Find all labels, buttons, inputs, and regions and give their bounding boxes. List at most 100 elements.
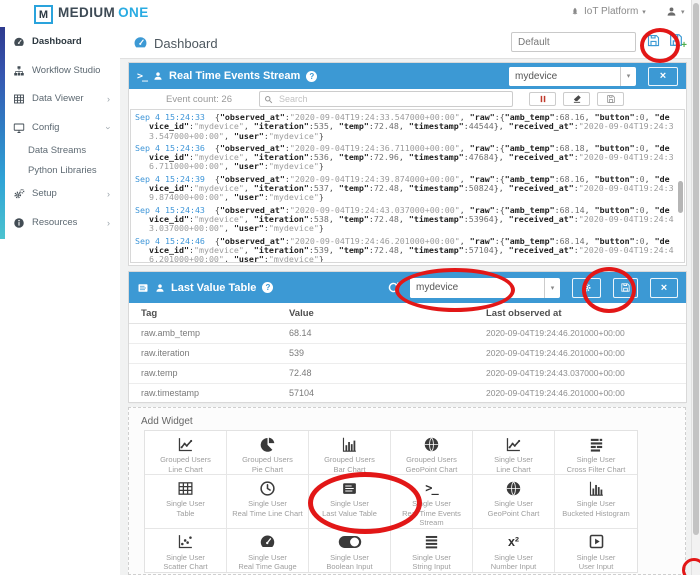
rtes-device-input[interactable] [509,67,620,86]
widget-group-label: Single User [330,553,369,563]
cell-tag: raw.iteration [141,348,190,358]
histogram-icon [588,480,605,497]
cell-tag: raw.timestamp [141,388,199,398]
table-row: raw.amb_temp68.142020-09-04T19:24:46.201… [129,323,686,344]
widget-grid: Grouped UsersLine ChartGrouped UsersPie … [144,430,638,573]
widget-cell-single-user-real-time-line-chart[interactable]: Single UserReal Time Line Chart [227,475,309,529]
widget-cell-single-user-boolean-input[interactable]: Single UserBoolean Input [309,529,391,573]
sidebar-item-setup[interactable]: Setup› [0,186,120,201]
log-entry: Sep 4 15:24:36 {"observed_at":"2020-09-0… [135,144,674,172]
widget-cell-single-user-bucketed-histogram[interactable]: Single UserBucketed Histogram [555,475,637,529]
sidebar-item-resources[interactable]: Resources› [0,215,120,230]
user-menu[interactable]: ▾ [666,6,685,17]
lvt-device-select[interactable]: ▾ [410,278,560,298]
widget-cell-grouped-users-line-chart[interactable]: Grouped UsersLine Chart [145,431,227,475]
toggle-icon [338,535,362,549]
widget-cell-single-user-string-input[interactable]: Single UserString Input [391,529,473,573]
save-dashboard-button[interactable] [646,33,661,48]
chevron-down-icon: ▾ [642,8,646,16]
page-header: Dashboard + [120,27,691,59]
sidebar-item-workflow-studio[interactable]: Workflow Studio [0,63,120,78]
event-count-label: Event count: 26 [139,94,259,105]
pause-stream-button[interactable] [529,92,556,106]
last-value-table-icon [341,480,358,497]
dashboard-name-input[interactable] [511,32,636,52]
cell-tag: raw.temp [141,368,178,378]
widget-cell-single-user-geopoint-chart[interactable]: Single UserGeoPoint Chart [473,475,555,529]
cell-value: 539 [289,348,304,358]
sidebar-item-dashboard[interactable]: Dashboard [0,34,120,49]
widget-cell-single-user-real-time-gauge[interactable]: Single UserReal Time Gauge [227,529,309,573]
widget-type-label: Real Time Line Chart [232,509,302,519]
chevron-right-icon: › [107,189,110,199]
table-header-row: Tag Value Last observed at [129,303,686,324]
widget-group-label: Single User [166,553,205,563]
log-scrollbar-thumb[interactable] [678,181,683,213]
rtes-device-select[interactable]: ▾ [509,67,636,86]
widget-type-label: User Input [579,562,614,572]
lvt-settings-button[interactable] [572,278,601,298]
clock-icon [259,480,276,497]
last-value-table-widget: Last Value Table ? ▾ × Tag Value Last ob… [128,271,687,403]
rtes-close-button[interactable]: × [648,67,678,86]
widget-cell-single-user-cross-filter-chart[interactable]: Single UserCross Filter Chart [555,431,637,475]
widget-group-label: Single User [330,499,369,509]
search-input[interactable] [277,93,508,105]
help-icon[interactable]: ? [262,282,273,293]
page-scrollbar[interactable] [691,0,700,575]
user-avatar-icon [666,6,677,17]
widget-cell-single-user-user-input[interactable]: Single UserUser Input [555,529,637,573]
search-box[interactable] [259,91,513,107]
sidebar-item-config[interactable]: Config› [0,120,120,135]
widget-group-label: Single User [494,553,533,563]
add-dashboard-button[interactable]: + [668,32,684,48]
widget-cell-single-user-scatter-chart[interactable]: Single UserScatter Chart [145,529,227,573]
chevron-down-icon[interactable]: ▾ [620,67,636,86]
sidebar-item-label: Resources [32,217,77,228]
lvt-save-button[interactable] [613,278,638,298]
widget-group-label: Grouped Users [324,455,375,465]
chevron-down-icon: › [104,126,114,129]
help-icon[interactable]: ? [306,71,317,82]
sidebar-item-data-streams[interactable]: Data Streams [0,143,120,158]
platform-menu[interactable]: IoT Platform ▾ [570,6,646,17]
refresh-icon[interactable] [387,281,400,294]
sidebar-item-python-libraries[interactable]: Python Libraries [0,163,120,178]
clear-stream-button[interactable] [563,92,590,106]
widget-cell-single-user-number-input[interactable]: x² Single UserNumber Input [473,529,555,573]
widget-cell-single-user-real-time-events-stream[interactable]: >_Single UserReal Time Events Stream [391,475,473,529]
page-title: Dashboard [154,36,218,51]
sidebar-item-label: Workflow Studio [32,65,100,76]
pause-icon [538,94,548,104]
number-input-icon: x² [508,535,519,549]
gears-icon [13,188,25,200]
widget-type-label: Line Chart [496,465,531,475]
widget-cell-single-user-line-chart[interactable]: Single UserLine Chart [473,431,555,475]
chevron-down-icon: ▾ [681,8,685,16]
sitemap-icon [13,65,25,77]
widget-cell-single-user-table[interactable]: Single UserTable [145,475,227,529]
widget-cell-grouped-users-pie-chart[interactable]: Grouped UsersPie Chart [227,431,309,475]
cell-last-observed: 2020-09-04T19:24:46.201000+00:00 [486,388,625,398]
chevron-down-icon[interactable]: ▾ [544,278,560,298]
events-log[interactable]: Sep 4 15:24:33 {"observed_at":"2020-09-0… [130,109,685,263]
page-scrollbar-thumb[interactable] [693,3,699,535]
geopoint-chart-icon [423,436,440,453]
widget-cell-single-user-last-value-table[interactable]: Single UserLast Value Table [309,475,391,529]
widget-type-label: Number Input [491,562,536,572]
widget-group-label: Single User [248,553,287,563]
platform-icon [570,7,580,17]
widget-cell-grouped-users-geopoint-chart[interactable]: Grouped UsersGeoPoint Chart [391,431,473,475]
widget-cell-grouped-users-bar-chart[interactable]: Grouped UsersBar Chart [309,431,391,475]
monitor-icon [13,122,25,134]
widget-type-label: Line Chart [168,465,203,475]
lvt-close-button[interactable]: × [650,278,678,298]
last-value-table-icon [137,282,149,294]
sidebar-item-label: Python Libraries [28,165,97,176]
sidebar-item-label: Dashboard [32,36,82,47]
sidebar-item-data-viewer[interactable]: Data Viewer› [0,91,120,106]
table-row: raw.temp72.482020-09-04T19:24:43.037000+… [129,363,686,384]
lvt-device-input[interactable] [410,278,544,298]
rtes-header: >_ Real Time Events Stream ? ▾ × [129,63,686,89]
export-stream-button[interactable] [597,92,624,106]
